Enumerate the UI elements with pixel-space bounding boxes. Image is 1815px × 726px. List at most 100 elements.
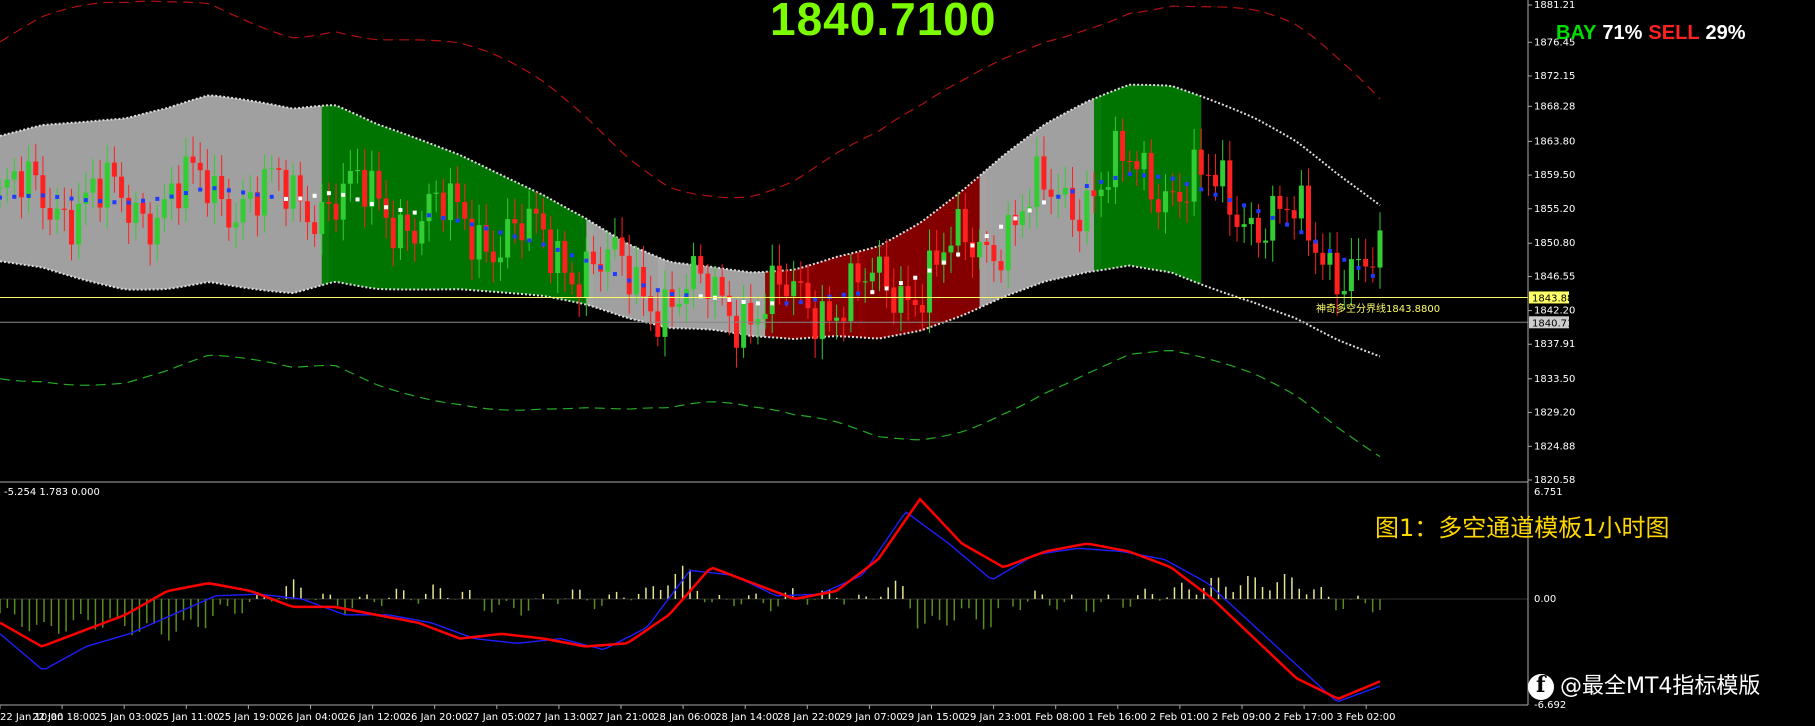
candle-body-145 bbox=[1034, 156, 1040, 207]
trend-dot-48 bbox=[341, 192, 346, 197]
candle-body-2 bbox=[11, 171, 17, 180]
candle-body-80 bbox=[569, 272, 575, 285]
candle-body-65 bbox=[462, 202, 468, 219]
trend-dot-144 bbox=[1027, 208, 1032, 213]
candle-body-169 bbox=[1205, 174, 1211, 176]
boundary-line-label: 神奇多空分界线1843.8800 bbox=[1316, 304, 1441, 315]
candle-body-72 bbox=[512, 219, 518, 224]
candle-body-67 bbox=[476, 225, 482, 260]
time-tick-label-6: 26 Jan 12:00 bbox=[343, 712, 406, 723]
candle-body-73 bbox=[519, 223, 525, 241]
trend-dot-84 bbox=[598, 265, 603, 270]
candle-body-90 bbox=[641, 267, 647, 297]
time-tick-label-15: 29 Jan 15:00 bbox=[902, 712, 965, 723]
candle-body-118 bbox=[841, 317, 847, 322]
candle-body-13 bbox=[90, 178, 96, 193]
trend-dot-96 bbox=[684, 293, 689, 298]
trend-dot-8 bbox=[55, 194, 60, 199]
candle-body-174 bbox=[1241, 224, 1247, 227]
price-plot[interactable] bbox=[0, 0, 1528, 458]
trend-dot-124 bbox=[884, 286, 889, 291]
candle-body-31 bbox=[219, 176, 225, 200]
trend-dot-160 bbox=[1142, 173, 1147, 178]
time-tick-label-22: 3 Feb 02:00 bbox=[1336, 712, 1395, 723]
time-tick-label-5: 26 Jan 04:00 bbox=[281, 712, 344, 723]
candle-body-19 bbox=[133, 202, 139, 223]
candle-body-188 bbox=[1341, 291, 1347, 295]
candle-body-162 bbox=[1155, 199, 1161, 213]
trend-dot-76 bbox=[541, 242, 546, 247]
sentiment-panel: BAY 71% SELL 29% bbox=[1556, 22, 1752, 45]
time-tick-label-17: 1 Feb 08:00 bbox=[1026, 712, 1085, 723]
candle-body-22 bbox=[154, 217, 160, 245]
trend-dot-184 bbox=[1313, 239, 1318, 244]
candle-body-45 bbox=[319, 202, 325, 235]
candle-body-0 bbox=[0, 187, 3, 189]
candle-body-3 bbox=[18, 171, 24, 198]
candle-body-190 bbox=[1356, 258, 1362, 260]
trend-dot-136 bbox=[970, 243, 975, 248]
candle-body-48 bbox=[340, 183, 346, 220]
candle-body-160 bbox=[1141, 152, 1147, 170]
candle-body-146 bbox=[1041, 156, 1047, 190]
trend-dot-104 bbox=[741, 299, 746, 304]
indicator-tick-label-2: -6.692 bbox=[1534, 700, 1566, 711]
candle-body-120 bbox=[855, 263, 861, 283]
trend-dot-34 bbox=[241, 190, 246, 195]
candle-body-98 bbox=[698, 256, 704, 274]
candle-body-122 bbox=[869, 272, 875, 282]
candle-body-159 bbox=[1134, 161, 1140, 170]
candle-body-134 bbox=[955, 209, 961, 246]
macd-line bbox=[0, 511, 1381, 703]
candle-body-165 bbox=[1177, 192, 1183, 202]
candle-body-81 bbox=[576, 284, 582, 297]
candle-body-141 bbox=[1005, 214, 1011, 271]
candle-body-28 bbox=[197, 162, 203, 171]
candle-body-110 bbox=[784, 284, 790, 297]
candle-body-116 bbox=[826, 301, 832, 321]
time-tick-label-2: 25 Jan 03:00 bbox=[94, 712, 157, 723]
candle-body-114 bbox=[812, 308, 818, 340]
trend-dot-28 bbox=[198, 187, 203, 192]
candle-body-129 bbox=[919, 305, 925, 313]
candle-body-126 bbox=[898, 286, 904, 313]
price-tick-label-9: 1842.20 bbox=[1534, 306, 1575, 317]
trend-dot-114 bbox=[813, 297, 818, 302]
watermark: @最全MT4指标模版 bbox=[1528, 668, 1760, 700]
candle-body-154 bbox=[1098, 189, 1104, 197]
trend-dot-4 bbox=[26, 193, 31, 198]
candle-body-92 bbox=[655, 311, 661, 337]
indicator-tick-label-1: 0.00 bbox=[1534, 594, 1556, 605]
trend-dot-168 bbox=[1199, 187, 1204, 192]
candle-body-139 bbox=[991, 244, 997, 262]
trend-dot-182 bbox=[1299, 230, 1304, 235]
candle-body-143 bbox=[1019, 211, 1025, 226]
trend-dot-56 bbox=[398, 207, 403, 212]
candle-body-177 bbox=[1263, 240, 1269, 243]
candle-body-56 bbox=[397, 214, 403, 249]
candle-body-168 bbox=[1198, 149, 1204, 175]
price-tick-label-3: 1868.28 bbox=[1534, 101, 1575, 112]
trend-dot-146 bbox=[1041, 200, 1046, 205]
candle-body-130 bbox=[927, 250, 933, 313]
trend-dot-54 bbox=[384, 205, 389, 210]
candle-body-124 bbox=[884, 256, 890, 288]
outer-envelope-lower bbox=[0, 350, 1381, 458]
candle-body-155 bbox=[1105, 187, 1111, 190]
candle-body-5 bbox=[33, 161, 39, 176]
candle-body-76 bbox=[540, 213, 546, 230]
candle-body-21 bbox=[147, 213, 153, 245]
indicator-plot[interactable] bbox=[0, 497, 1528, 703]
candle-body-185 bbox=[1320, 252, 1326, 265]
candle-body-69 bbox=[490, 251, 496, 263]
candle-body-37 bbox=[262, 169, 268, 216]
price-tick-label-11: 1833.50 bbox=[1534, 374, 1575, 385]
trend-dot-134 bbox=[956, 252, 961, 257]
trend-dot-140 bbox=[999, 224, 1004, 229]
trend-dot-36 bbox=[255, 192, 260, 197]
candle-body-85 bbox=[605, 249, 611, 272]
candle-body-58 bbox=[412, 230, 418, 244]
current-price: 1840.7100 bbox=[770, 0, 997, 45]
candle-body-74 bbox=[526, 208, 532, 241]
mt4-chart[interactable]: 1881.211876.451872.151868.281863.801859.… bbox=[0, 0, 1815, 726]
